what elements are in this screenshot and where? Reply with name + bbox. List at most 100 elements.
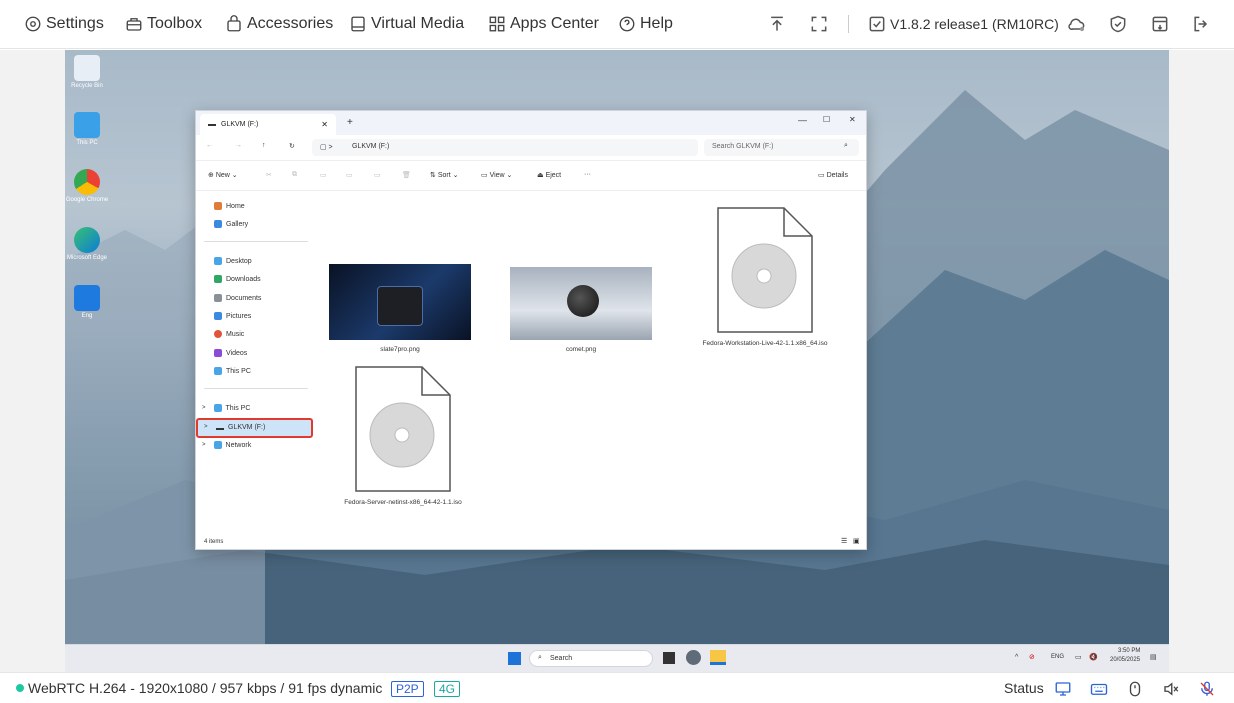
version-label[interactable]: V1.8.2 release1 (RM10RC)	[890, 0, 1059, 49]
keyboard-icon[interactable]	[1090, 680, 1108, 698]
image-thumbnail	[329, 264, 471, 340]
file-item-fedora-server[interactable]: Fedora-Server-netinst-x86_64-42-1.1.iso	[328, 365, 478, 506]
list-view-icon[interactable]: ☰	[841, 537, 847, 545]
file-name: Fedora-Server-netinst-x86_64-42-1.1.iso	[344, 499, 462, 506]
desktop-icon-recycle-bin[interactable]: Recycle Bin	[65, 55, 109, 89]
clock-time[interactable]: 3:50 PM	[1118, 648, 1140, 654]
explorer-tab-bar: GLKVM (F:) ✕ + — ☐ ✕	[196, 111, 866, 135]
sort-button[interactable]: ⇅ Sort ⌄	[430, 171, 458, 179]
nav-gallery[interactable]: Gallery	[214, 220, 248, 228]
tab-close-icon[interactable]: ✕	[321, 120, 328, 129]
nav-desktop[interactable]: Desktop	[214, 257, 252, 265]
video-icon	[214, 349, 222, 357]
desktop-icon	[214, 257, 222, 265]
top-menu-bar: Settings Toolbox Accessories Virtual Med…	[0, 0, 1234, 49]
notification-icon[interactable]: ▤	[1150, 653, 1157, 661]
language-indicator[interactable]: ENG	[1051, 654, 1064, 660]
gallery-icon	[214, 220, 222, 228]
settings-app-icon[interactable]	[686, 650, 701, 665]
close-window-icon[interactable]: ✕	[849, 115, 856, 124]
details-button[interactable]: ▭ Details	[818, 171, 848, 179]
eject-button[interactable]: ⏏ Eject	[537, 171, 561, 179]
nav-label: This PC	[225, 404, 251, 412]
apps-center-menu[interactable]: Apps Center	[488, 0, 599, 49]
toolbox-menu[interactable]: Toolbox	[125, 0, 202, 49]
new-tab-icon[interactable]: +	[347, 117, 353, 128]
refresh-icon[interactable]: ↻	[289, 142, 295, 150]
item-count: 4 items	[204, 539, 224, 545]
search-box[interactable]: Search GLKVM (F:) ⌕	[704, 139, 859, 156]
explorer-tab[interactable]: GLKVM (F:) ✕	[200, 114, 336, 135]
back-icon[interactable]: ←	[206, 142, 213, 149]
virtual-media-label: Virtual Media	[371, 15, 465, 32]
file-item-slate7pro[interactable]: slate7pro.png	[328, 264, 472, 353]
version-icon-button[interactable]	[866, 13, 888, 35]
tray-chevron-icon[interactable]: ^	[1015, 654, 1018, 661]
windows-start-icon[interactable]	[508, 652, 521, 665]
clock-date[interactable]: 20/05/2025	[1110, 657, 1140, 663]
cloud-button[interactable]	[1066, 13, 1088, 35]
volume-icon[interactable]: 🔇	[1089, 653, 1098, 661]
network-icon[interactable]: ⊘	[1029, 653, 1035, 661]
rename-icon[interactable]: ▭	[346, 171, 353, 179]
cut-icon[interactable]: ✂	[266, 171, 272, 179]
accessories-menu[interactable]: Accessories	[225, 0, 333, 49]
logout-button[interactable]	[1190, 13, 1212, 35]
status-label[interactable]: Status	[1004, 680, 1044, 696]
new-button[interactable]: ⊕ New ⌄	[208, 171, 238, 179]
switch-button[interactable]	[1149, 13, 1171, 35]
grid-icon	[489, 16, 505, 32]
file-explorer-taskbar-icon[interactable]	[710, 650, 726, 665]
tray-network-icon[interactable]: ▭	[1075, 653, 1082, 661]
desktop-icon-this-pc[interactable]: This PC	[65, 112, 109, 146]
paste-icon[interactable]: ▭	[320, 171, 327, 179]
nav-documents[interactable]: Documents	[214, 294, 261, 302]
nav-downloads[interactable]: Downloads	[214, 275, 261, 283]
maximize-icon[interactable]: ☐	[823, 115, 830, 124]
upload-button[interactable]	[766, 13, 788, 35]
nav-glkvm-selected[interactable]: > GLKVM (F:)	[196, 418, 313, 438]
view-button[interactable]: ▭ View ⌄	[481, 171, 512, 179]
file-item-fedora-workstation[interactable]: Fedora-Workstation-Live-42-1.1.x86_64.is…	[690, 206, 840, 347]
desktop-icon-app[interactable]: Eng	[65, 285, 109, 319]
desktop-icon-edge[interactable]: Microsoft Edge	[65, 227, 109, 261]
nav-this-pc-pinned[interactable]: This PC	[214, 367, 251, 375]
task-view-icon[interactable]	[663, 652, 675, 664]
forward-icon[interactable]: →	[235, 142, 242, 149]
monitor-icon[interactable]	[1054, 680, 1072, 698]
settings-menu[interactable]: Settings	[24, 0, 104, 49]
more-button[interactable]: ···	[584, 171, 591, 178]
nav-videos[interactable]: Videos	[214, 349, 247, 357]
share-icon[interactable]: ▭	[374, 171, 381, 179]
tile-view-icon[interactable]: ▣	[853, 537, 860, 545]
file-explorer-window[interactable]: GLKVM (F:) ✕ + — ☐ ✕ ← → ↑ ↻ ▢ > GLKVM (…	[195, 110, 867, 550]
drive-icon	[216, 428, 224, 430]
address-bar[interactable]: ▢ > GLKVM (F:)	[312, 139, 698, 156]
up-icon[interactable]: ↑	[262, 142, 266, 149]
help-icon	[619, 16, 635, 32]
delete-icon[interactable]: 🗑	[402, 171, 411, 179]
microphone-muted-icon[interactable]	[1198, 680, 1216, 698]
virtual-media-menu[interactable]: Virtual Media	[349, 0, 464, 49]
file-item-comet[interactable]: comet.png	[509, 267, 653, 353]
nav-network[interactable]: > Network	[202, 441, 251, 449]
remote-desktop[interactable]: Recycle Bin This PC Google Chrome Micros…	[65, 50, 1169, 672]
minimize-icon[interactable]: —	[798, 115, 807, 125]
details-label: Details	[826, 172, 848, 179]
nav-pictures[interactable]: Pictures	[214, 312, 251, 320]
fullscreen-button[interactable]	[808, 13, 830, 35]
search-placeholder: Search GLKVM (F:)	[712, 143, 774, 150]
speaker-muted-icon[interactable]	[1162, 680, 1180, 698]
security-button[interactable]	[1107, 13, 1129, 35]
taskbar-search[interactable]: ⌕ Search	[529, 650, 653, 667]
desktop-icon-chrome[interactable]: Google Chrome	[65, 169, 109, 203]
help-menu[interactable]: Help	[618, 0, 673, 49]
nav-label: This PC	[226, 367, 251, 375]
mouse-icon[interactable]	[1126, 680, 1144, 698]
edge-icon	[74, 227, 100, 253]
nav-home[interactable]: Home	[214, 202, 245, 210]
nav-music[interactable]: Music	[214, 330, 244, 338]
nav-this-pc[interactable]: > This PC	[202, 404, 251, 412]
nav-label: Gallery	[226, 220, 249, 228]
copy-icon[interactable]: ⧉	[292, 171, 297, 179]
